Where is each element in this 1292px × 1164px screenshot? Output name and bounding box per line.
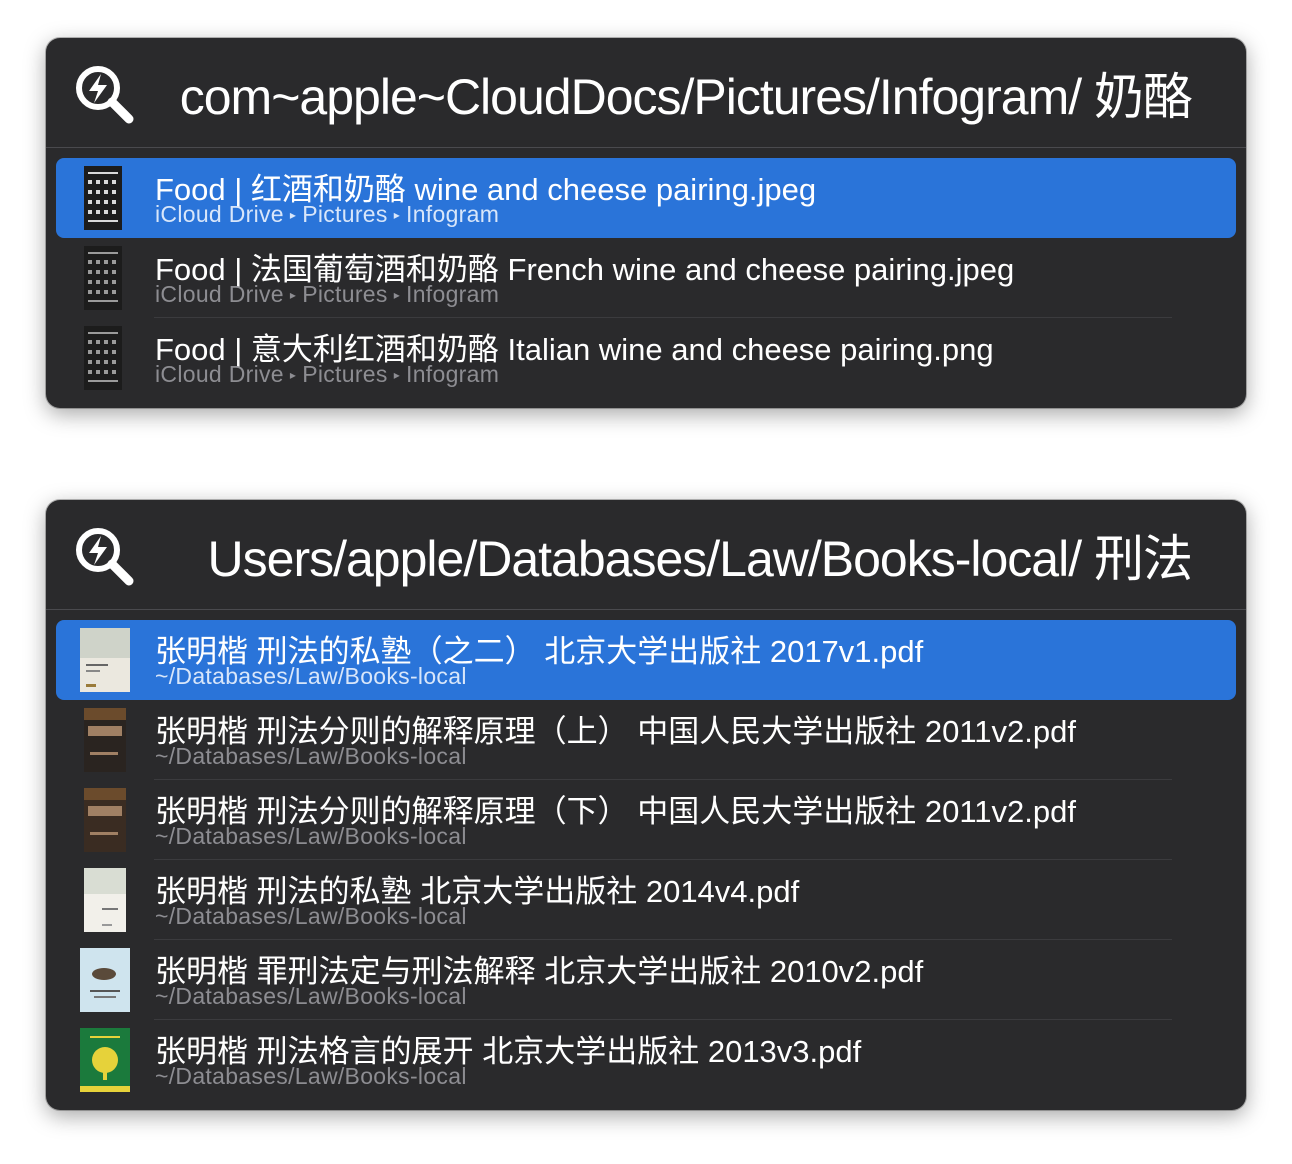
search-query-text: com~apple~CloudDocs/Pictures/Infogram/ 奶… (179, 69, 1192, 125)
infographic-thumbnail-icon (84, 246, 122, 310)
result-row[interactable]: Food | 红酒和奶酪 wine and cheese pairing.jpe… (56, 158, 1236, 238)
results-list: 张明楷 刑法的私塾（之二） 北京大学出版社 2017v1.pdf ~/Datab… (46, 610, 1246, 1100)
search-query-text: Users/apple/Databases/Law/Books-local/ 刑… (207, 531, 1192, 587)
result-row[interactable]: 张明楷 刑法的私塾（之二） 北京大学出版社 2017v1.pdf ~/Datab… (56, 620, 1236, 700)
search-panel-infogram: com~apple~CloudDocs/Pictures/Infogram/ 奶… (46, 38, 1246, 408)
result-path: ~/Databases/Law/Books-local (155, 823, 467, 849)
result-path: ~/Databases/Law/Books-local (155, 1063, 467, 1089)
infographic-thumbnail-icon (84, 166, 122, 230)
book-cover-thumbnail-icon (80, 1028, 130, 1092)
search-input[interactable]: com~apple~CloudDocs/Pictures/Infogram/ 奶… (150, 56, 1192, 130)
path-arrow-icon: ▸ (393, 288, 401, 302)
result-row[interactable]: 张明楷 罪刑法定与刑法解释 北京大学出版社 2010v2.pdf ~/Datab… (56, 940, 1236, 1020)
result-row[interactable]: Food | 意大利红酒和奶酪 Italian wine and cheese … (56, 318, 1236, 398)
result-path: ~/Databases/Law/Books-local (155, 903, 467, 929)
result-row[interactable]: 张明楷 刑法格言的展开 北京大学出版社 2013v3.pdf ~/Databas… (56, 1020, 1236, 1100)
result-path: iCloud Drive ▸ Pictures ▸ Infogram (155, 201, 500, 227)
path-arrow-icon: ▸ (393, 208, 401, 222)
infographic-thumbnail-icon (84, 326, 122, 390)
result-path: ~/Databases/Law/Books-local (155, 983, 467, 1009)
result-path: ~/Databases/Law/Books-local (155, 743, 467, 769)
result-row[interactable]: 张明楷 刑法分则的解释原理（下） 中国人民大学出版社 2011v2.pdf ~/… (56, 780, 1236, 860)
book-cover-thumbnail-icon (84, 788, 126, 852)
book-cover-thumbnail-icon (80, 628, 130, 692)
book-cover-thumbnail-icon (84, 708, 126, 772)
book-cover-thumbnail-icon (84, 868, 126, 932)
result-path: iCloud Drive ▸ Pictures ▸ Infogram (155, 361, 500, 387)
path-arrow-icon: ▸ (289, 208, 297, 222)
path-arrow-icon: ▸ (393, 368, 401, 382)
search-panel-law-books: Users/apple/Databases/Law/Books-local/ 刑… (46, 500, 1246, 1110)
results-list: Food | 红酒和奶酪 wine and cheese pairing.jpe… (46, 148, 1246, 398)
result-row[interactable]: 张明楷 刑法的私塾 北京大学出版社 2014v4.pdf ~/Databases… (56, 860, 1236, 940)
path-arrow-icon: ▸ (289, 288, 297, 302)
search-bar[interactable]: com~apple~CloudDocs/Pictures/Infogram/ 奶… (46, 38, 1246, 146)
path-arrow-icon: ▸ (289, 368, 297, 382)
result-path: iCloud Drive ▸ Pictures ▸ Infogram (155, 281, 500, 307)
result-row[interactable]: 张明楷 刑法分则的解释原理（上） 中国人民大学出版社 2011v2.pdf ~/… (56, 700, 1236, 780)
alfred-search-icon (72, 524, 136, 588)
search-bar[interactable]: Users/apple/Databases/Law/Books-local/ 刑… (46, 500, 1246, 608)
search-input[interactable]: Users/apple/Databases/Law/Books-local/ 刑… (150, 518, 1192, 592)
result-row[interactable]: Food | 法国葡萄酒和奶酪 French wine and cheese p… (56, 238, 1236, 318)
result-path: ~/Databases/Law/Books-local (155, 663, 467, 689)
alfred-search-icon (72, 62, 136, 126)
book-cover-thumbnail-icon (80, 948, 130, 1012)
